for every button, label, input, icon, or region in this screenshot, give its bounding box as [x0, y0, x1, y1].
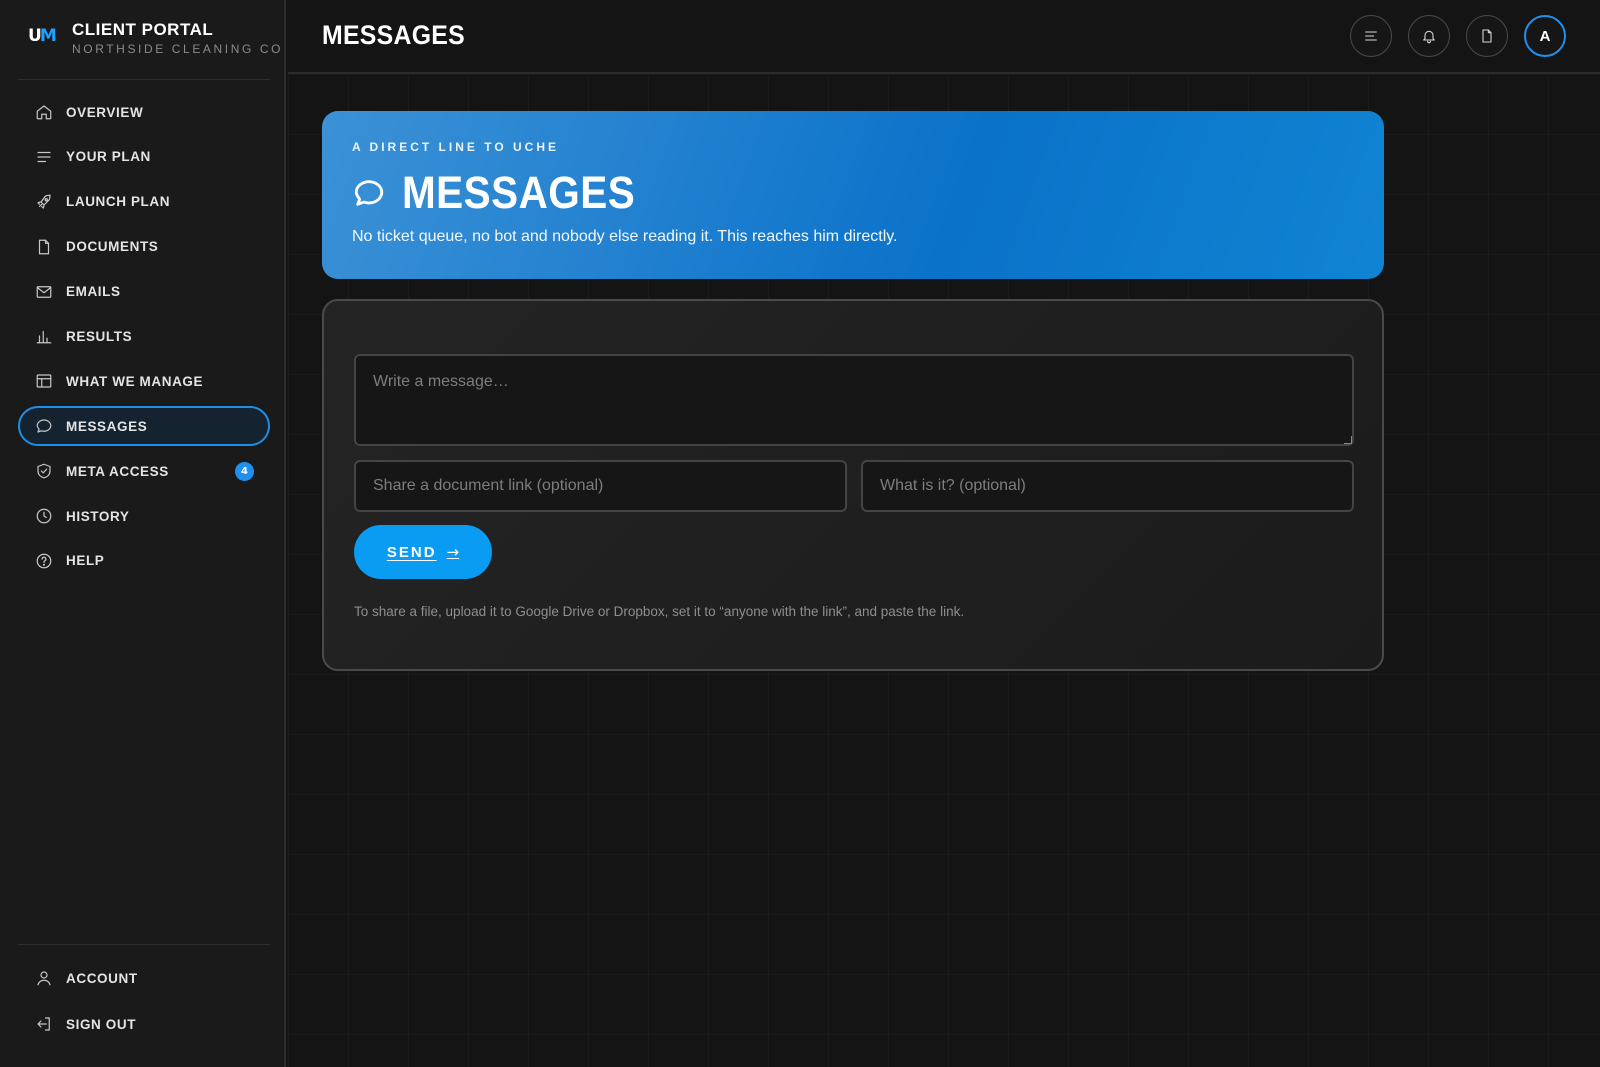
sidebar-item-label: EMAILS: [66, 284, 121, 300]
sidebar-item-label: DOCUMENTS: [66, 239, 159, 255]
sidebar-item-label: LAUNCH PLAN: [66, 194, 171, 210]
sidebar-nav: OVERVIEW YOUR PLAN LAUNCH PLAN DOCUMENTS…: [18, 92, 270, 586]
page-title: MESSAGES: [322, 20, 466, 50]
sidebar-item-meta-access[interactable]: META ACCESS 4: [18, 451, 270, 491]
sidebar-item-what-we-manage[interactable]: WHAT WE MANAGE: [18, 361, 270, 401]
sidebar-item-label: YOUR PLAN: [66, 149, 151, 165]
sidebar-divider: [18, 944, 270, 945]
sidebar-item-label: OVERVIEW: [66, 104, 144, 120]
sidebar-divider: [18, 79, 270, 80]
bar-chart-icon: [34, 326, 54, 346]
documents-button[interactable]: [1466, 15, 1508, 57]
sidebar-item-launch-plan[interactable]: LAUNCH PLAN: [18, 182, 270, 222]
brand-title: CLIENT PORTAL: [72, 20, 214, 39]
sidebar-item-account[interactable]: ACCOUNT: [18, 958, 270, 998]
sidebar-bottom-nav: ACCOUNT SIGN OUT: [18, 958, 270, 1050]
document-icon: [34, 237, 54, 257]
menu-button[interactable]: [1350, 15, 1392, 57]
list-icon: [34, 147, 54, 167]
sidebar-item-label: SIGN OUT: [66, 1016, 137, 1032]
sidebar-item-documents[interactable]: DOCUMENTS: [18, 227, 270, 267]
topbar-actions: A: [1350, 15, 1566, 57]
sign-out-icon: [34, 1014, 54, 1034]
sidebar-item-label: ACCOUNT: [66, 970, 138, 986]
sidebar-item-history[interactable]: HISTORY: [18, 496, 270, 536]
document-icon: [1482, 29, 1492, 43]
notification-badge: 4: [235, 462, 254, 482]
help-icon: [34, 551, 54, 571]
document-link-input[interactable]: [354, 460, 847, 512]
user-icon: [34, 968, 54, 988]
sidebar-item-label: RESULTS: [66, 328, 133, 344]
sidebar-item-label: MESSAGES: [66, 418, 148, 434]
document-description-input[interactable]: [861, 460, 1354, 512]
home-icon: [34, 102, 54, 122]
clock-icon: [34, 506, 54, 526]
sidebar-item-label: WHAT WE MANAGE: [66, 373, 204, 389]
shield-icon: [34, 461, 54, 481]
arrow-right-icon: →: [446, 543, 460, 561]
brand-logo: UM: [28, 26, 57, 46]
hero-description: No ticket queue, no bot and nobody else …: [352, 228, 898, 245]
mail-icon: [34, 282, 54, 302]
send-label: SEND: [386, 543, 437, 561]
sidebar-item-label: HELP: [66, 553, 105, 569]
sidebar-item-your-plan[interactable]: YOUR PLAN: [18, 137, 270, 177]
sidebar-item-label: HISTORY: [66, 508, 130, 524]
sidebar: UM CLIENT PORTAL NORTHSIDE CLEANING CO O…: [0, 0, 286, 1067]
rocket-icon: [34, 192, 54, 212]
notifications-button[interactable]: [1408, 15, 1450, 57]
menu-icon: [1365, 31, 1377, 41]
sidebar-item-label: META ACCESS: [66, 463, 169, 479]
chat-icon: [34, 416, 54, 436]
bell-icon: [1423, 30, 1435, 44]
layout-icon: [34, 371, 54, 391]
sidebar-item-results[interactable]: RESULTS: [18, 316, 270, 356]
hero-banner: A DIRECT LINE TO UCHE MESSAGES No ticket…: [322, 111, 1384, 279]
message-input[interactable]: [354, 354, 1354, 446]
avatar[interactable]: A: [1524, 15, 1566, 57]
share-hint: To share a file, upload it to Google Dri…: [354, 604, 965, 619]
send-button[interactable]: SEND →: [354, 525, 492, 579]
hero-title: MESSAGES: [402, 167, 636, 218]
sidebar-item-emails[interactable]: EMAILS: [18, 272, 270, 312]
resize-handle[interactable]: [1344, 436, 1352, 444]
topbar: MESSAGES A: [288, 0, 1600, 74]
main-content: A DIRECT LINE TO UCHE MESSAGES No ticket…: [288, 74, 1600, 1067]
brand[interactable]: UM CLIENT PORTAL NORTHSIDE CLEANING CO: [28, 20, 283, 56]
compose-panel: SEND → To share a file, upload it to Goo…: [322, 299, 1384, 671]
chat-icon: [354, 180, 384, 206]
brand-subtitle: NORTHSIDE CLEANING CO: [72, 42, 284, 56]
sidebar-item-messages[interactable]: MESSAGES: [18, 406, 270, 447]
sidebar-item-sign-out[interactable]: SIGN OUT: [18, 1004, 270, 1044]
sidebar-item-overview[interactable]: OVERVIEW: [18, 92, 270, 132]
sidebar-item-help[interactable]: HELP: [18, 541, 270, 581]
hero-kicker: A DIRECT LINE TO UCHE: [352, 140, 560, 154]
